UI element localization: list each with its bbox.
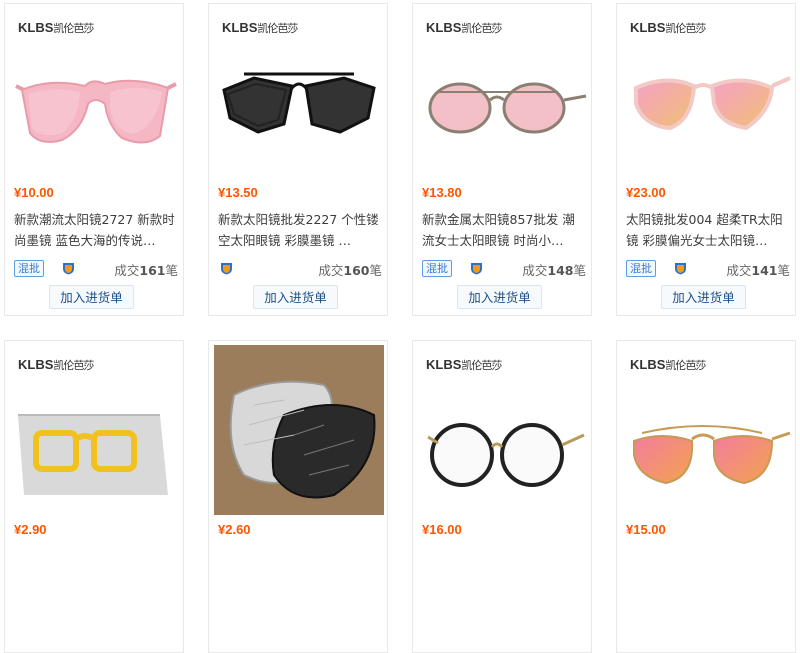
product-image[interactable]: KLBS凯伦芭莎 (10, 345, 180, 515)
add-to-cart-button[interactable]: 加入进货单 (457, 285, 542, 309)
product-image[interactable]: KLBS凯伦芭莎 (418, 8, 588, 178)
product-price[interactable]: ¥2.60 (218, 522, 251, 537)
product-title[interactable]: 新款金属太阳镜857批发 潮流女士太阳眼镜 时尚小… (422, 209, 586, 251)
deal-count: 成交148笔 (522, 263, 586, 278)
shield-icon[interactable] (674, 262, 687, 275)
product-image[interactable]: KLBS凯伦芭莎 (10, 8, 180, 178)
product-card[interactable]: KLBS凯伦芭莎 ¥13.50 新款太阳镜批发2227 个性镂空太阳眼镜 彩膜墨… (208, 3, 388, 316)
product-price[interactable]: ¥13.80 (422, 185, 462, 200)
mix-badge[interactable]: 混批 (422, 260, 452, 277)
mix-badge[interactable]: 混批 (14, 260, 44, 277)
add-to-cart-button[interactable]: 加入进货单 (253, 285, 338, 309)
product-price[interactable]: ¥23.00 (626, 185, 666, 200)
product-card[interactable]: ¥2.60 (208, 340, 388, 653)
deal-count: 成交141笔 (726, 263, 790, 278)
shield-icon[interactable] (62, 262, 75, 275)
product-image[interactable]: KLBS凯伦芭莎 (214, 8, 384, 178)
product-image[interactable]: KLBS凯伦芭莎 (418, 345, 588, 515)
product-title[interactable]: 太阳镜批发004 超柔TR太阳镜 彩膜偏光女士太阳镜… (626, 209, 790, 251)
product-title[interactable]: 新款潮流太阳镜2727 新款时尚墨镜 蓝色大海的传说… (14, 209, 178, 251)
product-card[interactable]: KLBS凯伦芭莎 ¥16.00 (412, 340, 592, 653)
product-title[interactable]: 新款太阳镜批发2227 个性镂空太阳眼镜 彩膜墨镜 … (218, 209, 382, 251)
product-card[interactable]: KLBS凯伦芭莎 ¥10.00 新款潮流太阳镜2727 新款时尚墨镜 蓝色大海的… (4, 3, 184, 316)
product-image[interactable]: KLBS凯伦芭莎 (622, 8, 792, 178)
product-price[interactable]: ¥15.00 (626, 522, 666, 537)
product-price[interactable]: ¥16.00 (422, 522, 462, 537)
mix-badge[interactable]: 混批 (626, 260, 656, 277)
product-price[interactable]: ¥10.00 (14, 185, 54, 200)
product-card[interactable]: KLBS凯伦芭莎 ¥23.00 太阳镜批发004 超柔TR太阳镜 彩膜偏光女士太… (616, 3, 796, 316)
product-card[interactable]: KLBS凯伦芭莎 ¥2.90 (4, 340, 184, 653)
shield-icon[interactable] (470, 262, 483, 275)
product-card[interactable]: KLBS凯伦芭莎 ¥13.80 新款金属太阳镜857批发 潮流女士太阳眼镜 时尚… (412, 3, 592, 316)
product-price[interactable]: ¥13.50 (218, 185, 258, 200)
product-image[interactable] (214, 345, 384, 515)
deal-count: 成交160笔 (318, 263, 382, 278)
product-card[interactable]: KLBS凯伦芭莎 ¥15.00 (616, 340, 796, 653)
deal-count: 成交161笔 (114, 263, 178, 278)
product-price[interactable]: ¥2.90 (14, 522, 47, 537)
product-image[interactable]: KLBS凯伦芭莎 (622, 345, 792, 515)
shield-icon[interactable] (220, 262, 233, 275)
add-to-cart-button[interactable]: 加入进货单 (661, 285, 746, 309)
add-to-cart-button[interactable]: 加入进货单 (49, 285, 134, 309)
